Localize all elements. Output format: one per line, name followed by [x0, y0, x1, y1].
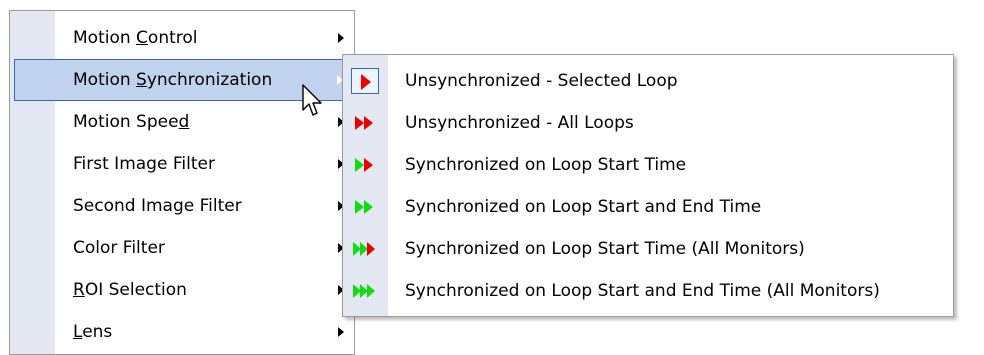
- submenu-arrow-icon: [338, 327, 344, 337]
- submenu-item-unsync-all-loops[interactable]: Unsynchronized - All Loops: [343, 102, 953, 144]
- menu-item-second-image-filter[interactable]: Second Image Filter: [10, 185, 354, 227]
- menu-item-label: Motion Speed: [73, 112, 190, 132]
- menu-item-label: First Image Filter: [73, 154, 215, 174]
- submenu-arrow-icon: [338, 33, 344, 43]
- single-red-play-icon: [351, 68, 379, 94]
- double-red-play-icon: [351, 110, 379, 136]
- submenu-item-label: Synchronized on Loop Start and End Time …: [405, 281, 880, 301]
- submenu-item-label: Unsynchronized - All Loops: [405, 113, 634, 133]
- green-red-play-icon: [351, 152, 379, 178]
- menu-item-label: Motion Synchronization: [73, 70, 273, 90]
- submenu-item-sync-start-end-time-all-monitors[interactable]: Synchronized on Loop Start and End Time …: [343, 270, 953, 312]
- motion-synchronization-submenu: Unsynchronized - Selected Loop Unsynchro…: [342, 54, 954, 317]
- menu-item-label: Lens: [73, 322, 113, 342]
- main-context-menu: Motion Control Motion Synchronization Mo…: [9, 10, 355, 355]
- double-green-play-icon: [351, 194, 379, 220]
- submenu-item-label: Synchronized on Loop Start and End Time: [405, 197, 762, 217]
- menu-item-roi-selection[interactable]: ROI Selection: [10, 269, 354, 311]
- submenu-item-sync-start-end-time[interactable]: Synchronized on Loop Start and End Time: [343, 186, 953, 228]
- menu-item-label: Motion Control: [73, 28, 198, 48]
- triple-green-play-icon: [351, 278, 379, 304]
- submenu-item-label: Synchronized on Loop Start Time: [405, 155, 687, 175]
- menu-item-color-filter[interactable]: Color Filter: [10, 227, 354, 269]
- menu-item-label: ROI Selection: [73, 280, 187, 300]
- submenu-item-sync-start-time[interactable]: Synchronized on Loop Start Time: [343, 144, 953, 186]
- triple-green-red-play-icon: [351, 236, 379, 262]
- mouse-pointer-icon: [302, 84, 324, 123]
- menu-item-label: Color Filter: [73, 238, 165, 258]
- menu-item-motion-synchronization[interactable]: Motion Synchronization: [14, 59, 350, 101]
- submenu-item-label: Unsynchronized - Selected Loop: [405, 71, 678, 91]
- submenu-item-unsync-selected-loop[interactable]: Unsynchronized - Selected Loop: [343, 60, 953, 102]
- menu-item-lens[interactable]: Lens: [10, 311, 354, 353]
- submenu-item-sync-start-time-all-monitors[interactable]: Synchronized on Loop Start Time (All Mon…: [343, 228, 953, 270]
- submenu-item-label: Synchronized on Loop Start Time (All Mon…: [405, 239, 805, 259]
- menu-item-label: Second Image Filter: [73, 196, 242, 216]
- menu-item-motion-control[interactable]: Motion Control: [10, 17, 354, 59]
- menu-item-first-image-filter[interactable]: First Image Filter: [10, 143, 354, 185]
